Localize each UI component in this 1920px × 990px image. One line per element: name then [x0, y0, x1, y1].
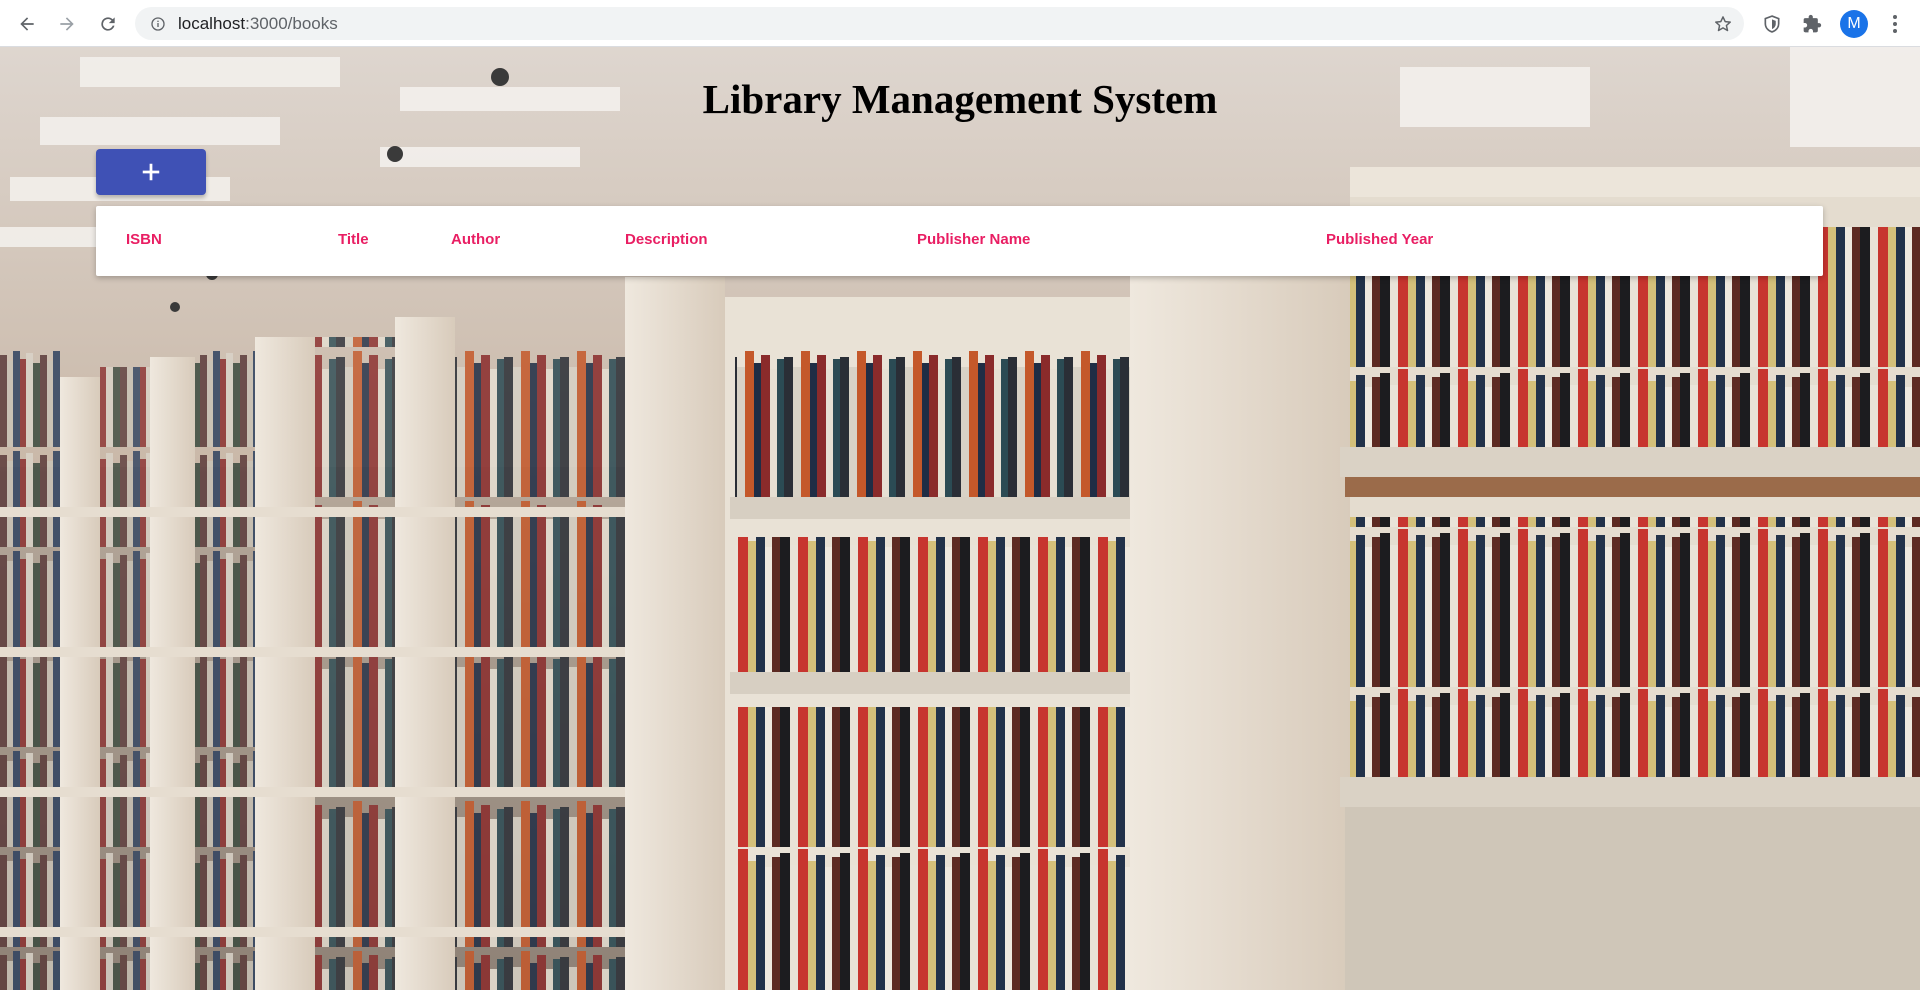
address-bar[interactable]: localhost:3000/books: [135, 7, 1744, 40]
url-path: :3000/books: [245, 14, 338, 33]
books-table: ISBN Title Author Description Publisher …: [96, 206, 1823, 276]
star-icon: [1715, 16, 1731, 32]
column-header-publisher-name[interactable]: Publisher Name: [917, 206, 1030, 276]
forward-button[interactable]: [54, 11, 80, 37]
url-host: localhost: [178, 14, 246, 33]
back-button[interactable]: [14, 11, 40, 37]
url-text: localhost:3000/books: [178, 7, 338, 40]
extension-shield-button[interactable]: [1759, 11, 1785, 37]
reload-icon: [101, 17, 115, 31]
bookmark-button[interactable]: [1712, 13, 1734, 35]
column-header-published-year[interactable]: Published Year: [1326, 206, 1433, 276]
shield-icon: [1764, 15, 1780, 33]
page-content: Library Management System ISBN Title Aut…: [0, 47, 1920, 990]
puzzle-icon: [1803, 14, 1822, 33]
column-header-description[interactable]: Description: [625, 206, 708, 276]
back-arrow-icon: [20, 17, 34, 31]
plus-icon: [142, 163, 160, 181]
column-header-author[interactable]: Author: [451, 206, 500, 276]
column-header-isbn[interactable]: ISBN: [126, 206, 162, 276]
kebab-menu-icon: [1893, 15, 1897, 33]
page-title: Library Management System: [702, 76, 1218, 122]
add-book-button[interactable]: [96, 149, 206, 195]
column-header-title[interactable]: Title: [338, 206, 369, 276]
forward-arrow-icon: [60, 17, 74, 31]
reload-button[interactable]: [95, 11, 121, 37]
profile-avatar[interactable]: M: [1840, 10, 1868, 38]
extensions-button[interactable]: [1799, 11, 1825, 37]
browser-toolbar: localhost:3000/books M: [0, 0, 1920, 47]
site-info-button[interactable]: [149, 15, 166, 32]
browser-menu-button[interactable]: [1882, 11, 1908, 37]
info-icon: [150, 16, 165, 31]
library-background-image: [0, 47, 1920, 990]
